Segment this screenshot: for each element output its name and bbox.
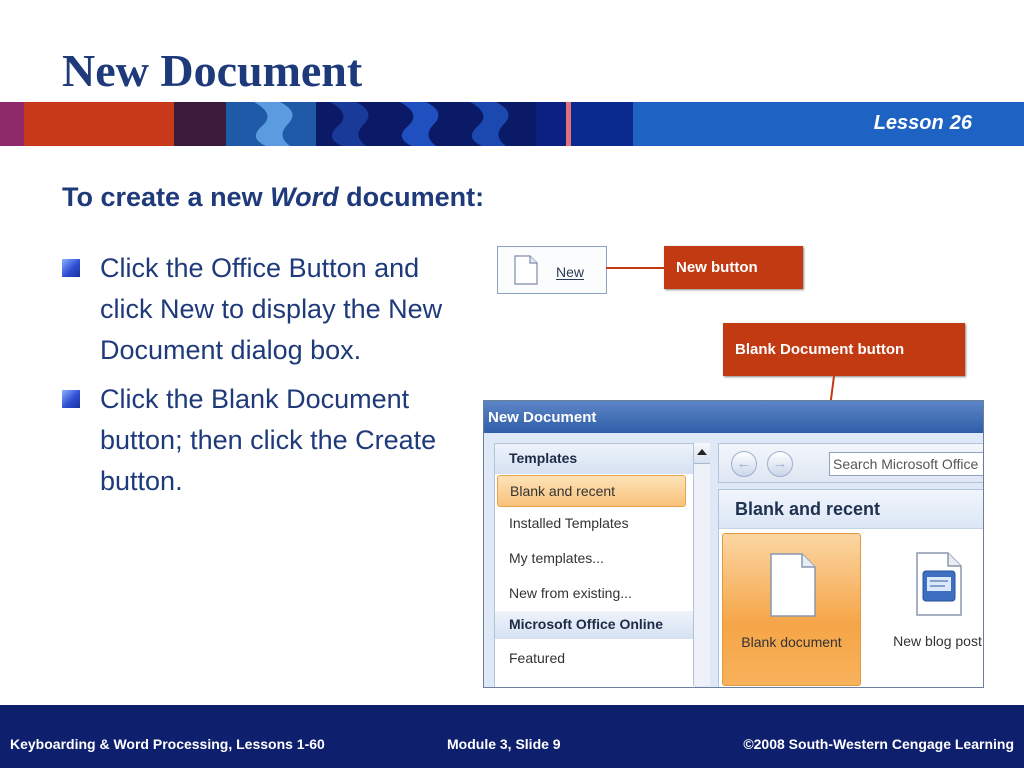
bullet-text: Click the Office Button and click New to… — [100, 253, 443, 365]
section-header: Blank and recent — [719, 490, 983, 529]
dialog-body: Templates Blank and recent Installed Tem… — [484, 433, 983, 687]
blank-document-icon — [770, 553, 816, 617]
lesson-number: 26 — [949, 112, 972, 134]
slide-title: New Document — [62, 45, 363, 96]
template-item-blank-and-recent[interactable]: Blank and recent — [497, 475, 686, 507]
subtitle-text-start: To create a new — [62, 182, 271, 212]
scroll-up-arrow-icon[interactable] — [694, 443, 710, 464]
callout-text: New button — [676, 259, 758, 276]
footer-course: Keyboarding & Word Processing, Lessons 1… — [10, 736, 325, 752]
blank-document-label: Blank document — [741, 634, 842, 650]
template-item-new-from-existing[interactable]: New from existing... — [495, 578, 695, 610]
back-arrow-icon[interactable]: ← — [731, 451, 757, 477]
bullet-item: Click the Office Button and click New to… — [62, 248, 462, 371]
section-title: Blank and recent — [735, 499, 881, 519]
template-item-my-templates[interactable]: My templates... — [495, 543, 695, 575]
subtitle-text-end: document: — [338, 182, 485, 212]
slide-footer: Keyboarding & Word Processing, Lessons 1… — [0, 705, 1024, 768]
template-item-featured[interactable]: Featured — [495, 643, 695, 675]
template-gallery: Blank and recent Blank document New blog… — [718, 489, 983, 687]
bullet-list: Click the Office Button and click New to… — [62, 248, 462, 510]
bullet-item: Click the Blank Document button; then cl… — [62, 379, 462, 502]
lesson-label: Lesson 26 — [868, 112, 972, 135]
new-blog-post-button[interactable]: New blog post — [869, 533, 983, 684]
templates-pane: Templates Blank and recent Installed Tem… — [494, 443, 696, 687]
slide-subtitle: To create a new Word document: — [62, 182, 484, 213]
blog-post-icon — [916, 552, 962, 616]
new-button-label: New — [556, 264, 585, 280]
new-button-callout: New button — [664, 246, 803, 289]
search-input[interactable]: Search Microsoft Office Online — [829, 452, 983, 476]
search-placeholder: Search Microsoft Office Online — [833, 456, 983, 472]
new-document-dialog: New Document Templates Blank and recent … — [483, 400, 984, 688]
new-button[interactable]: New — [497, 246, 607, 294]
templates-header: Templates — [495, 444, 695, 474]
footer-slide-number: Module 3, Slide 9 — [447, 736, 561, 752]
callout-text: Blank Document button — [735, 341, 905, 358]
footer-copyright: ©2008 South-Western Cengage Learning — [743, 736, 1014, 752]
bullet-square-icon — [62, 390, 80, 408]
blog-post-label: New blog post — [893, 633, 982, 649]
lesson-text: Lesson — [873, 112, 944, 134]
template-content-pane: ← → Search Microsoft Office Online Blank… — [718, 443, 983, 687]
blank-document-callout: Blank Document button — [723, 323, 965, 376]
blank-document-button[interactable]: Blank document — [722, 533, 861, 686]
bullet-square-icon — [62, 259, 80, 277]
bullet-text: Click the Blank Document button; then cl… — [100, 384, 437, 496]
templates-scrollbar[interactable] — [693, 443, 710, 686]
navigation-bar: ← → Search Microsoft Office Online — [718, 443, 983, 483]
dialog-title-bar: New Document — [484, 401, 983, 433]
blank-document-icon — [514, 255, 538, 285]
subtitle-word-emphasis: Word — [270, 182, 339, 212]
template-item-installed[interactable]: Installed Templates — [495, 508, 695, 540]
dialog-title: New Document — [488, 409, 597, 426]
office-online-header: Microsoft Office Online — [495, 611, 695, 639]
forward-arrow-icon[interactable]: → — [767, 451, 793, 477]
